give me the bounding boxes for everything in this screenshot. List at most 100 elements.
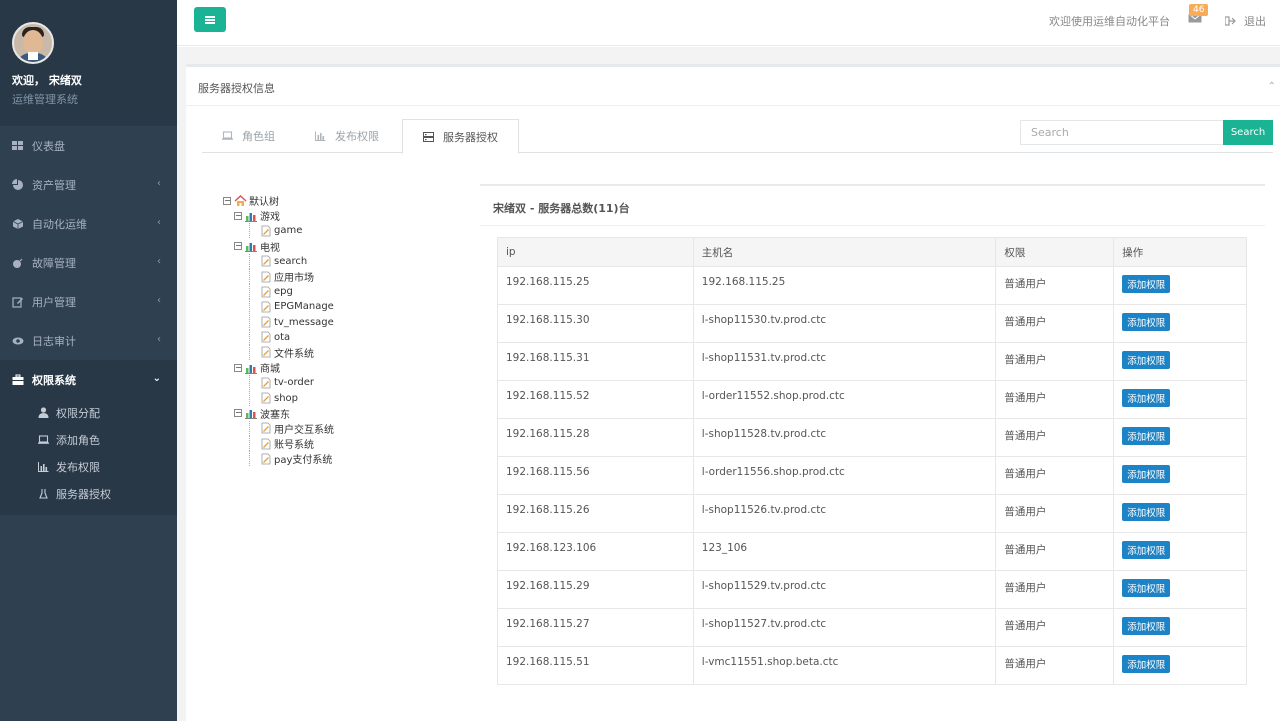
sidebar-item-label: 资产管理 — [32, 178, 76, 192]
profile-section: 欢迎， 宋绪双 运维管理系统 — [0, 0, 177, 126]
cell-permission: 普通用户 — [995, 266, 1115, 305]
sidebar-item-label: 仪表盘 — [32, 139, 65, 153]
add-permission-button[interactable]: 添加权限 — [1122, 579, 1171, 597]
tree-node-leaf[interactable]: EPGManage — [223, 299, 463, 315]
sign-out-icon — [1225, 16, 1236, 26]
add-permission-button[interactable]: 添加权限 — [1122, 275, 1171, 293]
search-button[interactable]: Search — [1223, 120, 1273, 145]
tree-node-leaf[interactable]: game — [223, 223, 463, 239]
tree-node-leaf[interactable]: shop — [223, 390, 463, 406]
sidebar-subitem-assign[interactable]: 权限分配 — [0, 399, 177, 426]
chevron-left-icon: ‹ — [157, 295, 161, 306]
cell-host: l-shop11527.tv.prod.ctc — [692, 608, 997, 647]
chevron-down-icon: ⌄ — [152, 373, 161, 384]
tree-node-group[interactable]: − 电视 — [223, 239, 463, 254]
file-icon — [261, 301, 271, 313]
column-header-permission: 权限 — [995, 237, 1115, 267]
sidebar-subitem-server-auth[interactable]: 服务器授权 — [0, 480, 177, 507]
add-permission-button[interactable]: 添加权限 — [1122, 465, 1171, 483]
tab-server-auth[interactable]: 服务器授权 — [402, 119, 519, 154]
add-permission-button[interactable]: 添加权限 — [1122, 427, 1171, 445]
add-permission-button[interactable]: 添加权限 — [1122, 503, 1171, 521]
tree-node-label: 应用市场 — [274, 273, 314, 285]
cell-action: 添加权限 — [1113, 494, 1247, 533]
flask-icon — [39, 489, 48, 499]
logout-link[interactable]: 退出 — [1225, 13, 1266, 29]
panel-title: 服务器授权信息 — [198, 82, 275, 95]
avatar[interactable] — [12, 22, 54, 64]
chevron-up-icon[interactable]: ⌃ — [1268, 81, 1276, 92]
detail-title: 宋绪双 - 服务器总数(11)台 — [493, 202, 630, 215]
table-row: 192.168.115.56 l-order11556.shop.prod.ctc… — [497, 456, 1247, 495]
tree-node-leaf[interactable]: 文件系统 — [223, 344, 463, 360]
add-permission-button[interactable]: 添加权限 — [1122, 351, 1171, 369]
cell-permission: 普通用户 — [995, 342, 1115, 381]
search-input[interactable] — [1020, 120, 1224, 145]
column-header-ip: ip — [497, 237, 694, 267]
tree-node-leaf[interactable]: pay支付系统 — [223, 451, 463, 467]
add-permission-button[interactable]: 添加权限 — [1122, 541, 1171, 559]
tree-node-label: EPGManage — [274, 301, 334, 313]
add-permission-button[interactable]: 添加权限 — [1122, 617, 1171, 635]
tree-node-leaf[interactable]: ota — [223, 329, 463, 345]
tree-node-label: shop — [274, 392, 299, 404]
tree-node-label: 游戏 — [260, 212, 280, 224]
tree-node-label: 商城 — [260, 364, 280, 376]
sidebar-subitem-add-role[interactable]: 添加角色 — [0, 426, 177, 453]
sidebar-submenu: 权限分配 添加角色 发布权限 服务器授权 — [0, 399, 177, 515]
sidebar-item-users[interactable]: 用户管理 ‹ — [0, 282, 177, 321]
tree-node-leaf[interactable]: 账号系统 — [223, 436, 463, 452]
collapse-toggle-icon[interactable]: − — [223, 196, 231, 205]
file-icon — [261, 423, 271, 434]
tree-node-leaf[interactable]: epg — [223, 284, 463, 300]
sidebar-item-logs[interactable]: 日志审计 ‹ — [0, 321, 177, 360]
sidebar-subitem-label: 服务器授权 — [56, 487, 111, 501]
tree-node-group[interactable]: − 波塞东 — [223, 406, 463, 421]
sidebar-nav: 仪表盘 资产管理 ‹ 自动化运维 ‹ 故障管理 ‹ 用户管理 ‹ 日志审计 ‹ — [0, 126, 177, 399]
mail-count-badge: 46 — [1189, 4, 1209, 16]
chevron-left-icon: ‹ — [157, 256, 161, 267]
tab-role-group[interactable]: 角色组 — [202, 119, 295, 153]
sidebar-item-automation[interactable]: 自动化运维 ‹ — [0, 204, 177, 243]
tree-node-group[interactable]: − 游戏 — [223, 208, 463, 223]
add-permission-button[interactable]: 添加权限 — [1122, 655, 1171, 673]
tree-node-leaf[interactable]: search — [223, 253, 463, 269]
tree-node-root[interactable]: − 默认树 — [223, 193, 463, 208]
tab-publish-permission[interactable]: 发布权限 — [295, 119, 399, 153]
bar-chart-icon — [315, 131, 326, 141]
tree-node-label: pay支付系统 — [274, 455, 333, 467]
file-icon — [261, 377, 271, 389]
collapse-toggle-icon[interactable]: − — [234, 211, 242, 220]
add-permission-button[interactable]: 添加权限 — [1122, 313, 1171, 331]
tree-node-leaf[interactable]: tv_message — [223, 314, 463, 330]
sidebar-item-incidents[interactable]: 故障管理 ‹ — [0, 243, 177, 282]
home-icon — [234, 194, 247, 206]
cell-host: l-order11552.shop.prod.ctc — [692, 380, 997, 419]
sidebar-item-permissions[interactable]: 权限系统 ⌄ — [0, 360, 177, 399]
cell-permission: 普通用户 — [995, 570, 1115, 609]
add-permission-button[interactable]: 添加权限 — [1122, 389, 1171, 407]
tree-node-group[interactable]: − 商城 — [223, 360, 463, 375]
collapse-toggle-icon[interactable]: − — [234, 242, 242, 251]
file-icon — [261, 225, 271, 237]
cell-action: 添加权限 — [1113, 456, 1247, 495]
tree-node-label: ota — [274, 331, 291, 343]
collapse-toggle-icon[interactable]: − — [234, 363, 242, 372]
collapse-toggle-icon[interactable]: − — [234, 409, 242, 418]
bomb-icon — [13, 258, 23, 268]
sidebar-item-assets[interactable]: 资产管理 ‹ — [0, 165, 177, 204]
cell-ip: 192.168.115.27 — [497, 608, 694, 647]
tree-node-label: tv_message — [274, 316, 334, 328]
cell-host: 192.168.115.25 — [692, 266, 997, 305]
tree-node-leaf[interactable]: tv-order — [223, 375, 463, 391]
profile-welcome: 欢迎， 宋绪双 — [12, 74, 82, 87]
top-bar: 欢迎使用运维自动化平台 46 退出 — [177, 0, 1280, 46]
cell-host: l-shop11529.tv.prod.ctc — [692, 570, 997, 609]
tree-node-leaf[interactable]: 应用市场 — [223, 269, 463, 285]
menu-toggle-button[interactable] — [194, 7, 226, 32]
cell-action: 添加权限 — [1113, 304, 1247, 343]
tree-node-leaf[interactable]: 用户交互系统 — [223, 420, 463, 436]
sidebar-subitem-publish[interactable]: 发布权限 — [0, 453, 177, 480]
cell-host: l-shop11530.tv.prod.ctc — [692, 304, 997, 343]
sidebar-item-dashboard[interactable]: 仪表盘 — [0, 126, 177, 165]
